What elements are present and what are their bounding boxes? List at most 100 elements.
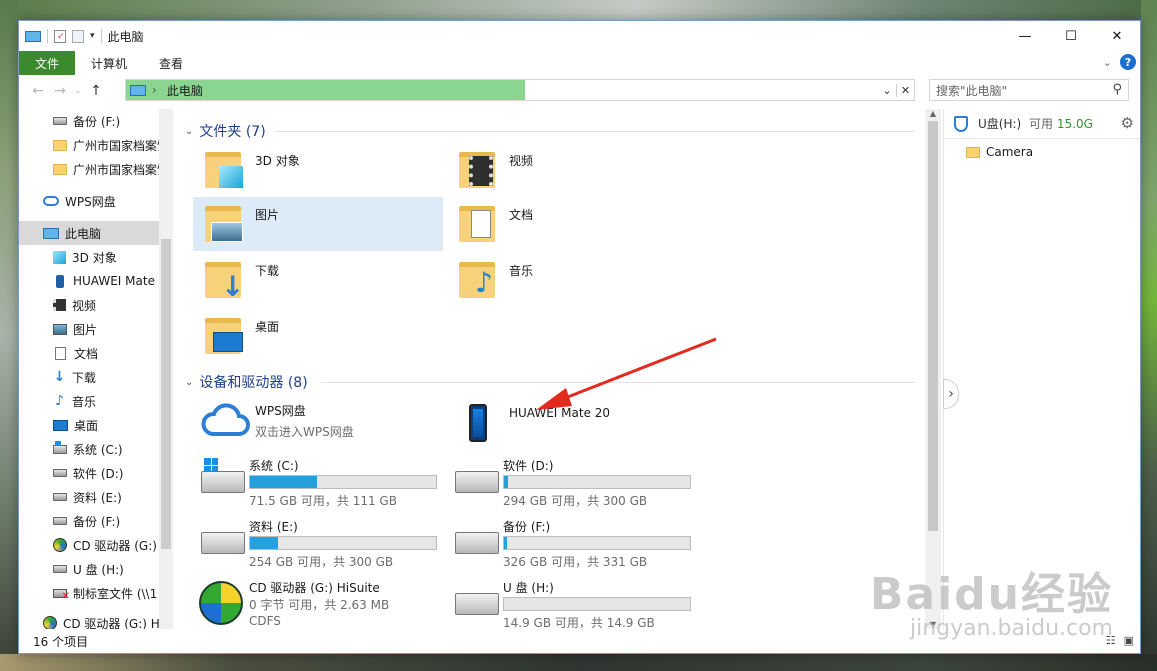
divider xyxy=(275,131,915,132)
nav-item[interactable]: 文档 xyxy=(19,341,159,365)
nav-item[interactable]: 桌面 xyxy=(19,413,159,437)
drive-tile-d[interactable]: 软件 (D:) 294 GB 可用，共 300 GB xyxy=(447,453,697,511)
drive-icon xyxy=(53,517,67,525)
nav-item[interactable]: 备份 (F:) xyxy=(19,509,159,533)
up-button[interactable]: ↑ xyxy=(85,83,107,99)
tab-file[interactable]: 文件 xyxy=(19,51,75,75)
tab-view[interactable]: 查看 xyxy=(143,51,199,75)
address-clear-icon[interactable]: ✕ xyxy=(896,83,914,97)
nav-item[interactable]: 图片 xyxy=(19,317,159,341)
drive-name: 资料 (E:) xyxy=(249,520,298,534)
gear-icon[interactable]: ⚙ xyxy=(1121,114,1134,132)
folder-tile-pictures[interactable]: 图片 xyxy=(193,197,443,251)
tab-computer[interactable]: 计算机 xyxy=(75,51,143,75)
address-bar[interactable]: › 此电脑 ⌄ ✕ xyxy=(125,79,915,101)
item-count: 16 个项目 xyxy=(33,634,89,649)
device-name: HUAWEI Mate 20 xyxy=(509,406,611,420)
folder-label: 文档 xyxy=(509,208,534,222)
folder-tile-desktop[interactable]: 桌面 xyxy=(193,309,443,361)
folder-tile-documents[interactable]: 文档 xyxy=(447,197,697,249)
nav-item[interactable]: CD 驱动器 (G:) xyxy=(19,533,159,557)
collapse-chevron-icon[interactable]: ⌄ xyxy=(185,126,193,137)
nav-item[interactable]: 广州市国家档案馆 xyxy=(19,157,159,181)
recent-locations-icon[interactable]: ⌄ xyxy=(71,86,85,96)
nav-label: 系统 (C:) xyxy=(73,442,123,457)
drive-tile-e[interactable]: 资料 (E:) 254 GB 可用，共 300 GB xyxy=(193,514,443,572)
maximize-button[interactable]: ☐ xyxy=(1048,21,1094,51)
drive-usage-fill xyxy=(250,537,278,549)
folder-label: 下载 xyxy=(255,264,280,278)
nav-item[interactable]: 视频 xyxy=(19,293,159,317)
back-button[interactable]: ← xyxy=(27,83,49,99)
nav-label: WPS网盘 xyxy=(65,194,116,209)
address-dropdown-icon[interactable]: ⌄ xyxy=(878,84,896,97)
nav-scrollbar-thumb[interactable] xyxy=(161,239,171,549)
drive-tile-h[interactable]: U 盘 (H:) 14.9 GB 可用，共 14.9 GB xyxy=(447,575,697,629)
search-input[interactable]: 搜索"此电脑" ⚲ xyxy=(929,79,1129,101)
help-icon[interactable]: ? xyxy=(1120,54,1136,70)
preview-folder-item[interactable]: Camera xyxy=(944,139,1140,159)
drive-usage-fill xyxy=(250,476,317,488)
drive-tile-g-cd[interactable]: CD 驱动器 (G:) HiSuite 0 字节 可用，共 2.63 MB CD… xyxy=(193,575,443,629)
desktop-background-right xyxy=(1141,0,1157,671)
nav-label: 备份 (F:) xyxy=(73,114,121,129)
nav-item[interactable]: 3D 对象 xyxy=(19,245,159,269)
nav-item[interactable]: 软件 (D:) xyxy=(19,461,159,485)
search-icon[interactable]: ⚲ xyxy=(1112,82,1122,97)
device-tile-wps[interactable]: WPS网盘 双击进入WPS网盘 xyxy=(193,397,443,445)
large-icons-view-icon[interactable]: ▣ xyxy=(1124,634,1134,647)
nav-item[interactable]: 备份 (F:) xyxy=(19,109,159,133)
drive-tile-c[interactable]: 系统 (C:) 71.5 GB 可用，共 111 GB xyxy=(193,453,443,511)
3d-objects-icon xyxy=(201,146,247,192)
nav-label: 广州市国家档案馆 xyxy=(73,138,159,153)
folder-tile-music[interactable]: ♪ 音乐 xyxy=(447,253,697,305)
preview-free-value: 15.0G xyxy=(1056,117,1093,131)
drive-icon xyxy=(53,117,67,125)
document-icon xyxy=(455,200,501,246)
address-row: ← → ⌄ ↑ › 此电脑 ⌄ ✕ 搜索"此电脑" ⚲ xyxy=(19,75,1140,107)
nav-item[interactable]: ♪ 音乐 xyxy=(19,389,159,413)
nav-scrollbar[interactable] xyxy=(159,109,173,629)
nav-item[interactable]: ↓ 下载 xyxy=(19,365,159,389)
nav-item[interactable]: U 盘 (H:) xyxy=(19,557,159,581)
folder-tile-3d[interactable]: 3D 对象 xyxy=(193,143,443,195)
drive-free-space: 326 GB 可用，共 331 GB xyxy=(503,555,648,569)
cd-drive-icon xyxy=(43,616,57,629)
nav-item-this-pc[interactable]: 此电脑 xyxy=(19,221,173,245)
drive-name: 系统 (C:) xyxy=(249,459,299,473)
computer-icon xyxy=(130,84,146,96)
forward-button[interactable]: → xyxy=(49,83,71,99)
main-scrollbar-thumb[interactable] xyxy=(928,121,938,531)
baidu-watermark: Baidu经验 jingyan.baidu.com xyxy=(870,558,1113,641)
folder-tile-videos[interactable]: 视频 xyxy=(447,143,697,195)
main-scrollbar[interactable]: ▲ ▼ xyxy=(925,109,941,629)
new-folder-icon[interactable] xyxy=(72,29,84,43)
nav-item[interactable]: HUAWEI Mate xyxy=(19,269,159,293)
customize-dropdown-icon[interactable]: ▾ xyxy=(90,31,95,41)
nav-item[interactable]: 制标室文件 (\\1 xyxy=(19,581,159,605)
collapse-chevron-icon[interactable]: ⌄ xyxy=(185,377,193,388)
close-button[interactable]: ✕ xyxy=(1094,21,1140,51)
folders-group-header[interactable]: ⌄ 文件夹 (7) xyxy=(185,121,266,141)
nav-item[interactable]: 广州市国家档案馆 xyxy=(19,133,159,157)
nav-label: 制标室文件 (\\1 xyxy=(73,586,158,601)
nav-item[interactable]: CD 驱动器 (G:) H xyxy=(19,611,159,629)
content-panes: 备份 (F:) 广州市国家档案馆 广州市国家档案馆 WPS网盘 此电脑 3D 对… xyxy=(19,109,1140,629)
drive-icon xyxy=(455,532,499,554)
nav-item[interactable]: 资料 (E:) xyxy=(19,485,159,509)
nav-label: 备份 (F:) xyxy=(73,514,121,529)
breadcrumb-this-pc[interactable]: 此电脑 xyxy=(167,82,203,99)
scroll-up-icon[interactable]: ▲ xyxy=(925,109,941,118)
nav-item[interactable]: 系统 (C:) xyxy=(19,437,159,461)
properties-icon[interactable]: ✓ xyxy=(54,29,66,43)
nav-item-wps[interactable]: WPS网盘 xyxy=(19,189,159,213)
pictures-icon xyxy=(201,200,247,246)
device-tile-phone[interactable]: HUAWEI Mate 20 xyxy=(447,397,697,445)
drive-tile-f[interactable]: 备份 (F:) 326 GB 可用，共 331 GB xyxy=(447,514,697,572)
minimize-button[interactable]: — xyxy=(1002,21,1048,51)
folder-tile-downloads[interactable]: ↓ 下载 xyxy=(193,253,443,305)
devices-group-header[interactable]: ⌄ 设备和驱动器 (8) xyxy=(185,372,308,392)
expand-ribbon-icon[interactable]: ⌄ xyxy=(1103,56,1112,69)
drive-icon xyxy=(201,532,245,554)
drive-usage-bar xyxy=(503,597,691,611)
